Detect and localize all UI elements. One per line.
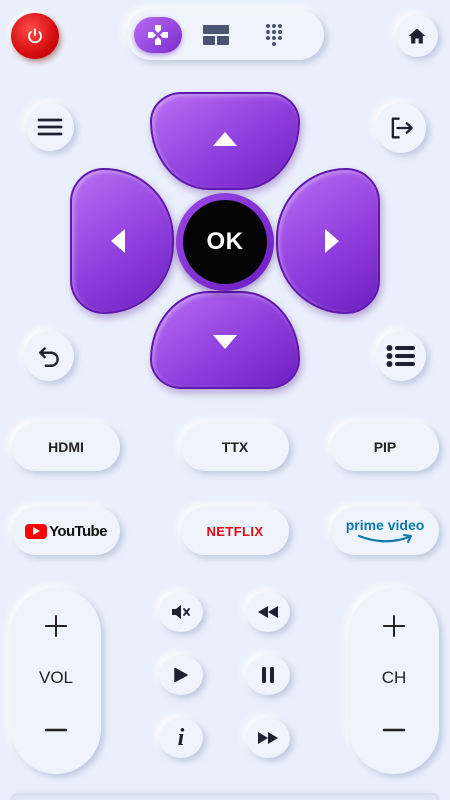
youtube-logo: YouTube bbox=[25, 523, 107, 540]
minus-icon bbox=[382, 728, 406, 732]
fast-forward-button[interactable] bbox=[246, 718, 290, 758]
ttx-button[interactable]: TTX bbox=[181, 423, 289, 471]
pause-icon bbox=[262, 667, 274, 683]
ok-button[interactable]: OK bbox=[183, 200, 267, 284]
exit-icon bbox=[391, 117, 413, 139]
prime-smile-icon bbox=[357, 533, 412, 543]
netflix-label: NETFLIX bbox=[206, 523, 264, 539]
exit-button[interactable] bbox=[376, 103, 426, 153]
home-button[interactable] bbox=[396, 15, 438, 57]
youtube-play-icon bbox=[25, 523, 48, 539]
power-icon bbox=[28, 28, 42, 44]
mute-button[interactable] bbox=[159, 592, 203, 632]
keypad-icon bbox=[266, 24, 282, 46]
prime-video-label: prime video bbox=[345, 516, 425, 533]
options-list-button[interactable] bbox=[376, 331, 426, 381]
channel-down-button[interactable] bbox=[374, 712, 414, 748]
arrow-down-icon bbox=[213, 335, 237, 349]
channel-up-button[interactable] bbox=[374, 608, 414, 644]
volume-label: VOL bbox=[38, 668, 74, 687]
volume-up-button[interactable] bbox=[36, 608, 76, 644]
volume-down-button[interactable] bbox=[36, 712, 76, 748]
channel-label: CH bbox=[381, 668, 407, 687]
volume-rocker: VOL bbox=[11, 588, 101, 774]
plus-icon bbox=[45, 615, 67, 637]
layout-icon bbox=[203, 25, 229, 45]
ok-ring: OK bbox=[176, 193, 274, 291]
minus-icon bbox=[44, 728, 68, 732]
mode-layout-button[interactable] bbox=[192, 17, 240, 53]
mode-switcher bbox=[126, 10, 324, 60]
netflix-button[interactable]: NETFLIX bbox=[181, 507, 289, 555]
back-icon bbox=[39, 347, 59, 367]
mode-keypad-button[interactable] bbox=[250, 17, 298, 53]
hdmi-label: HDMI bbox=[48, 439, 84, 455]
rewind-button[interactable] bbox=[246, 592, 290, 632]
hdmi-button[interactable]: HDMI bbox=[12, 423, 120, 471]
pip-button[interactable]: PIP bbox=[331, 423, 439, 471]
info-button[interactable]: i bbox=[159, 718, 203, 758]
list-icon bbox=[386, 345, 415, 367]
pause-button[interactable] bbox=[246, 655, 290, 695]
ok-label: OK bbox=[206, 228, 244, 255]
ttx-label: TTX bbox=[221, 439, 249, 455]
gamepad-icon bbox=[148, 25, 168, 45]
dpad-right-button[interactable] bbox=[276, 168, 380, 314]
back-button[interactable] bbox=[24, 331, 74, 381]
fast-forward-icon bbox=[258, 732, 278, 744]
play-button[interactable] bbox=[159, 655, 203, 695]
home-icon bbox=[408, 28, 426, 44]
youtube-button[interactable]: YouTube bbox=[12, 507, 120, 555]
power-button[interactable] bbox=[11, 13, 59, 59]
rewind-icon bbox=[258, 606, 278, 618]
bottom-sheet-handle[interactable] bbox=[12, 795, 438, 800]
info-icon: i bbox=[177, 724, 185, 751]
dpad-up-button[interactable] bbox=[150, 92, 300, 190]
mute-icon bbox=[172, 605, 190, 619]
play-icon bbox=[174, 667, 188, 683]
youtube-label: YouTube bbox=[49, 522, 107, 540]
pip-label: PIP bbox=[373, 439, 397, 455]
prime-video-button[interactable]: prime video bbox=[331, 507, 439, 555]
arrow-left-icon bbox=[111, 229, 125, 253]
mode-dpad-button[interactable] bbox=[134, 17, 182, 53]
plus-icon bbox=[383, 615, 405, 637]
arrow-up-icon bbox=[213, 132, 237, 146]
channel-rocker: CH bbox=[349, 588, 439, 774]
hamburger-icon bbox=[37, 118, 63, 136]
prime-video-logo: prime video bbox=[345, 516, 425, 545]
arrow-right-icon bbox=[325, 229, 339, 253]
dpad-left-button[interactable] bbox=[70, 168, 174, 314]
menu-button[interactable] bbox=[26, 103, 74, 151]
dpad-down-button[interactable] bbox=[150, 291, 300, 389]
